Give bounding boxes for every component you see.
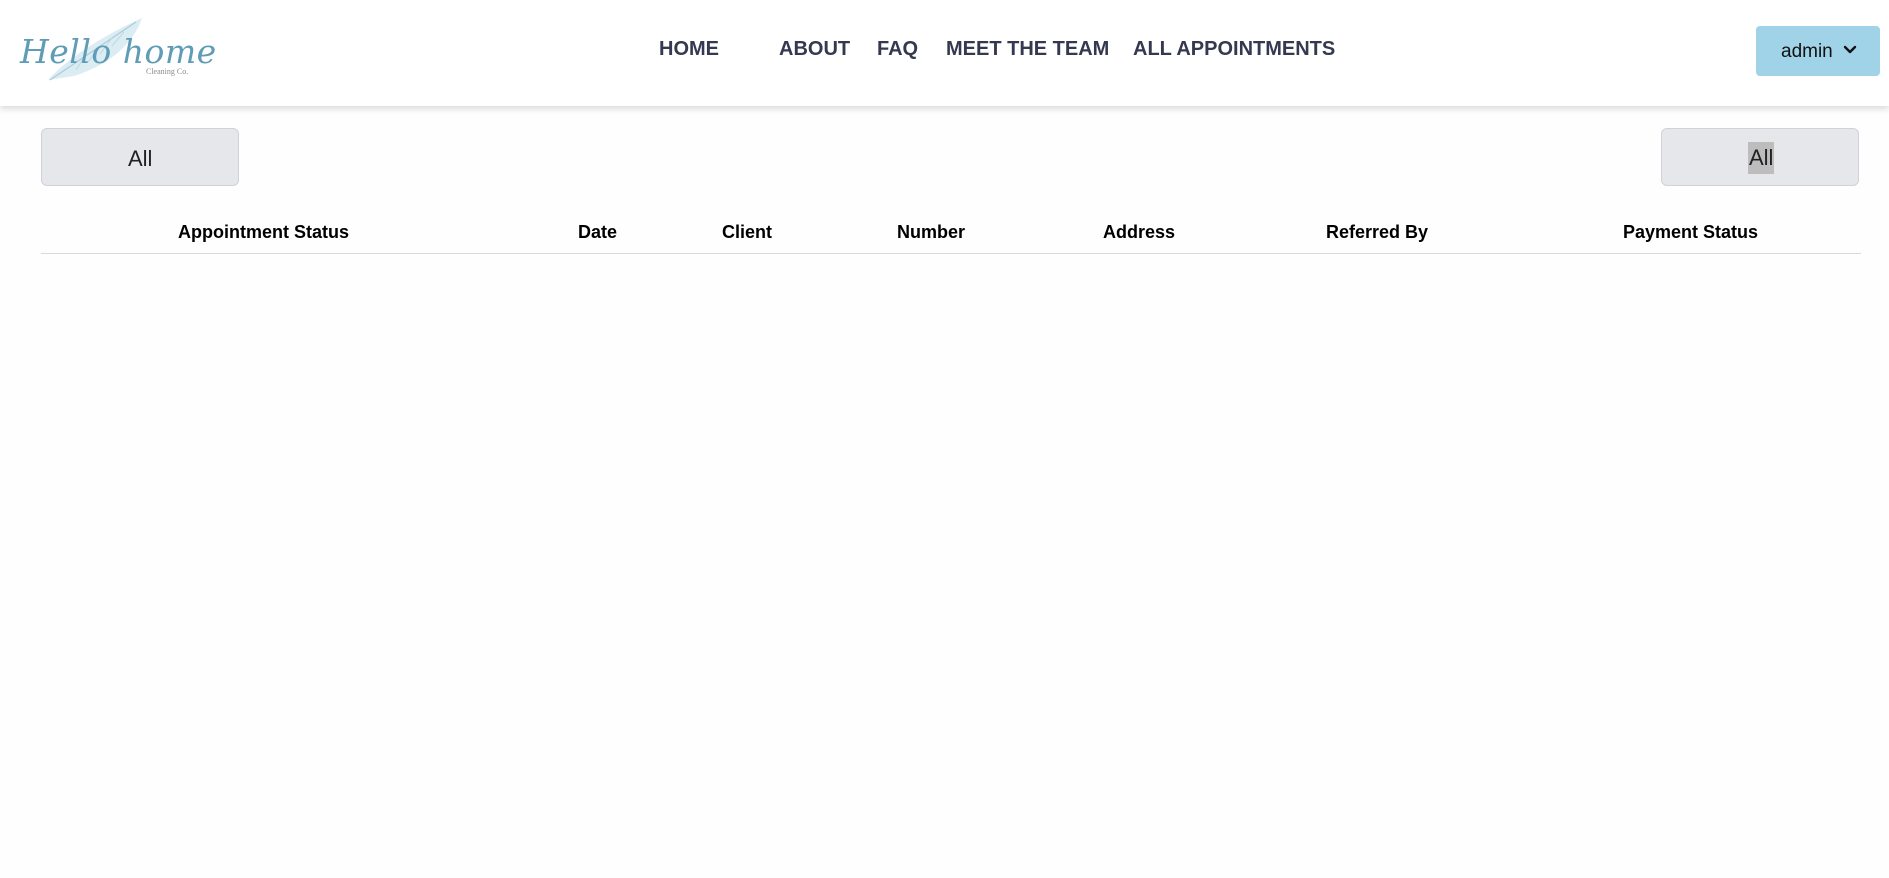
status-filter-label: All xyxy=(128,146,153,171)
column-header-number[interactable]: Number xyxy=(897,222,965,243)
nav-all-appointments[interactable]: ALL APPOINTMENTS xyxy=(1133,38,1335,61)
payment-filter-label: All xyxy=(1748,142,1775,174)
column-header-date[interactable]: Date xyxy=(578,222,617,243)
column-header-payment-status[interactable]: Payment Status xyxy=(1623,222,1758,243)
column-header-referred-by[interactable]: Referred By xyxy=(1326,222,1428,243)
nav-about[interactable]: ABOUT xyxy=(779,38,850,61)
column-header-client[interactable]: Client xyxy=(722,222,772,243)
payment-filter-button[interactable]: All xyxy=(1661,128,1859,186)
user-menu-label: admin xyxy=(1781,41,1833,62)
appointments-table-header: Appointment Status Date Client Number Ad… xyxy=(41,210,1861,254)
nav-meet-the-team[interactable]: MEET THE TEAM xyxy=(946,38,1109,61)
logo-script-text: Hello home xyxy=(20,32,217,71)
logo-subtitle: Cleaning Co. xyxy=(146,67,189,76)
brand-logo[interactable]: Hello home Cleaning Co. xyxy=(16,14,216,88)
user-menu-button[interactable]: admin xyxy=(1756,26,1880,76)
nav-faq[interactable]: FAQ xyxy=(877,38,918,61)
column-header-address[interactable]: Address xyxy=(1103,222,1175,243)
status-filter-button[interactable]: All xyxy=(41,128,239,186)
navbar: Hello home Cleaning Co. HOME ABOUT FAQ M… xyxy=(0,0,1889,106)
chevron-down-icon xyxy=(1843,45,1857,54)
column-header-appointment-status[interactable]: Appointment Status xyxy=(178,222,349,243)
nav-home[interactable]: HOME xyxy=(659,38,719,61)
